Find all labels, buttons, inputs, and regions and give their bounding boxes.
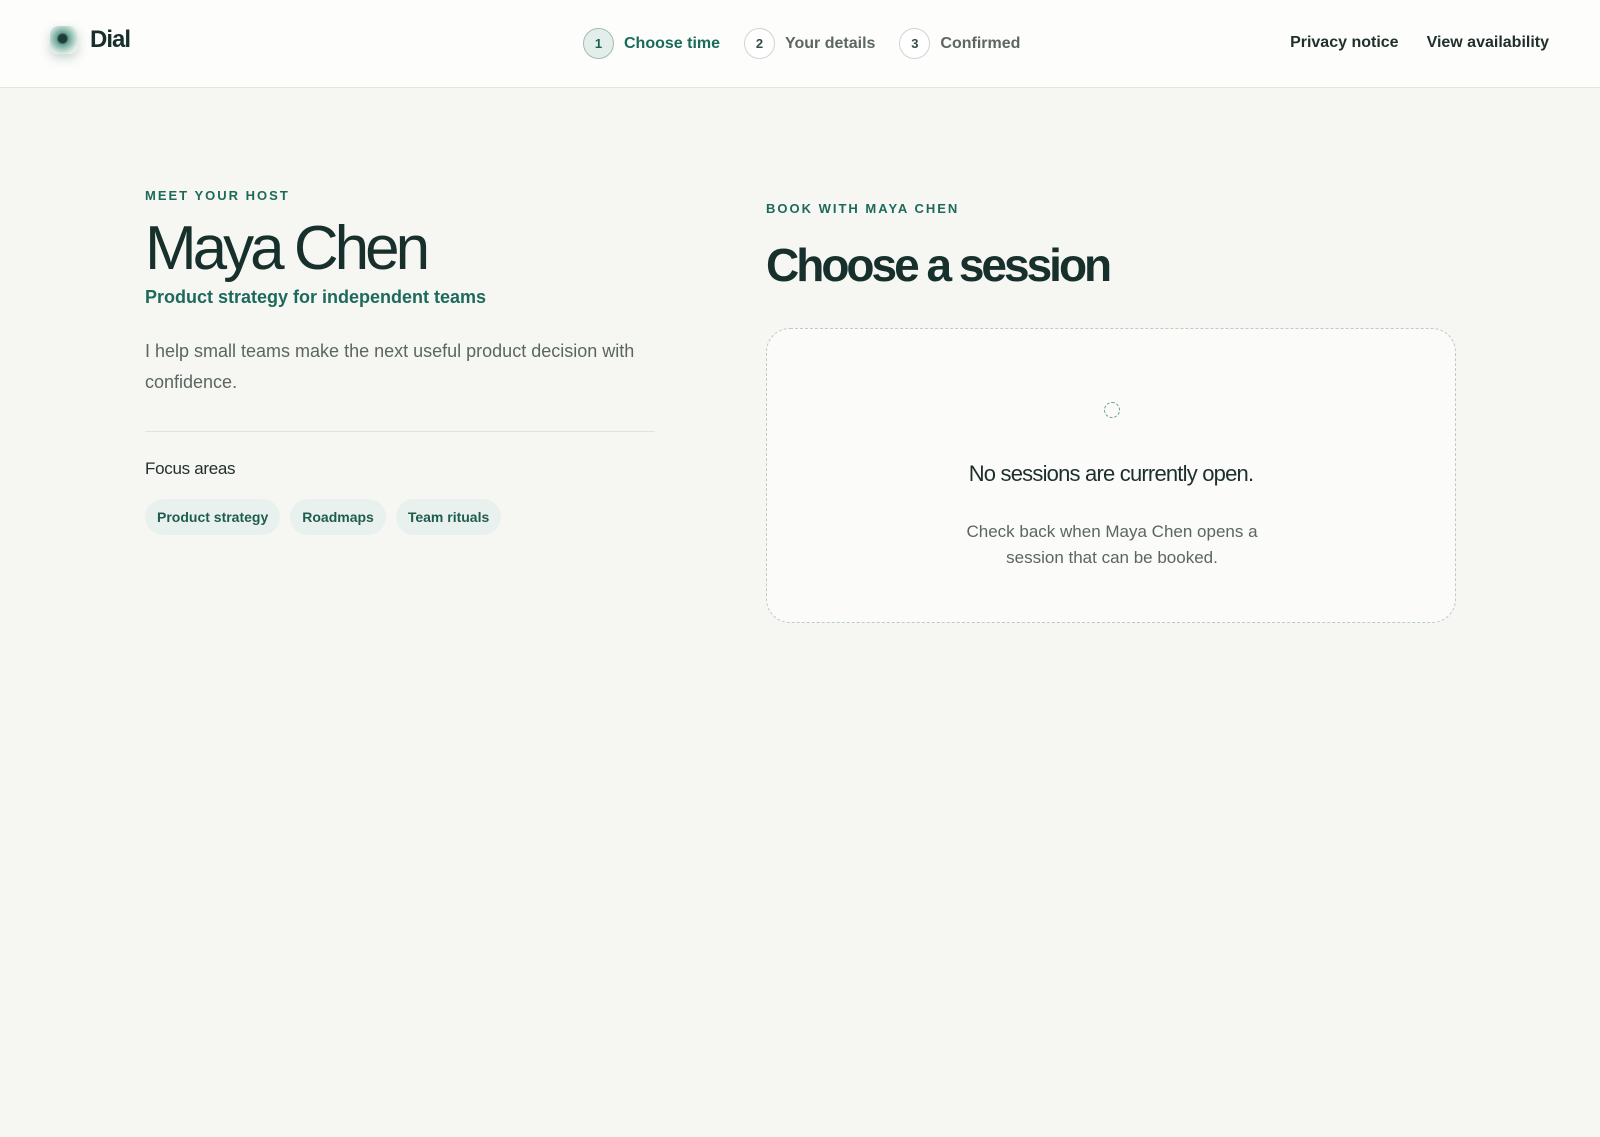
empty-state-text: Check back when Maya Chen opens a sessio… bbox=[966, 522, 1258, 567]
step-confirmed: 3 Confirmed bbox=[899, 28, 1020, 59]
step-number: 1 bbox=[583, 28, 614, 59]
host-bio: I help small teams make the next useful … bbox=[145, 341, 635, 392]
booking-steps: 1 Choose time 2 Your details 3 Confirmed bbox=[583, 28, 1044, 59]
step-number: 2 bbox=[744, 28, 776, 59]
header-nav: Privacy notice View availability bbox=[1262, 34, 1549, 52]
dial-logo-icon bbox=[50, 26, 78, 54]
step-label: Your details bbox=[785, 34, 876, 52]
chip-product-strategy[interactable]: Product strategy bbox=[145, 499, 281, 535]
view-availability-link[interactable]: View availability bbox=[1427, 34, 1549, 52]
booking-panel: BOOK WITH MAYA CHEN Choose a session No … bbox=[766, 201, 1456, 623]
booking-eyebrow: BOOK WITH MAYA CHEN bbox=[766, 201, 960, 216]
brand-logo-link[interactable]: Dial bbox=[50, 26, 131, 54]
empty-sessions-card: No sessions are currently open. Check ba… bbox=[766, 328, 1456, 623]
host-eyebrow: MEET YOUR HOST bbox=[145, 188, 290, 203]
chip-roadmaps[interactable]: Roadmaps bbox=[290, 499, 386, 535]
chip-team-rituals[interactable]: Team rituals bbox=[395, 499, 502, 535]
empty-state-title: No sessions are currently open. bbox=[968, 461, 1254, 486]
brand-name: Dial bbox=[90, 26, 131, 53]
focus-areas-title: Focus areas bbox=[145, 459, 236, 478]
dashed-circle-icon bbox=[1104, 402, 1120, 418]
host-tagline: Product strategy for independent teams bbox=[145, 287, 487, 307]
booking-title: Choose a session bbox=[766, 239, 1112, 291]
focus-area-chips: Product strategy Roadmaps Team rituals bbox=[145, 499, 655, 535]
privacy-notice-link[interactable]: Privacy notice bbox=[1290, 34, 1399, 52]
step-number: 3 bbox=[899, 28, 931, 59]
step-your-details: 2 Your details bbox=[744, 28, 875, 59]
host-profile: MEET YOUR HOST Maya Chen Product strateg… bbox=[145, 188, 655, 535]
step-label: Confirmed bbox=[940, 34, 1021, 52]
divider bbox=[145, 431, 655, 432]
host-name: Maya Chen bbox=[145, 214, 430, 283]
top-header: Dial 1 Choose time 2 Your details 3 Conf… bbox=[0, 0, 1600, 88]
step-choose-time: 1 Choose time bbox=[583, 28, 720, 59]
step-label: Choose time bbox=[624, 34, 721, 52]
